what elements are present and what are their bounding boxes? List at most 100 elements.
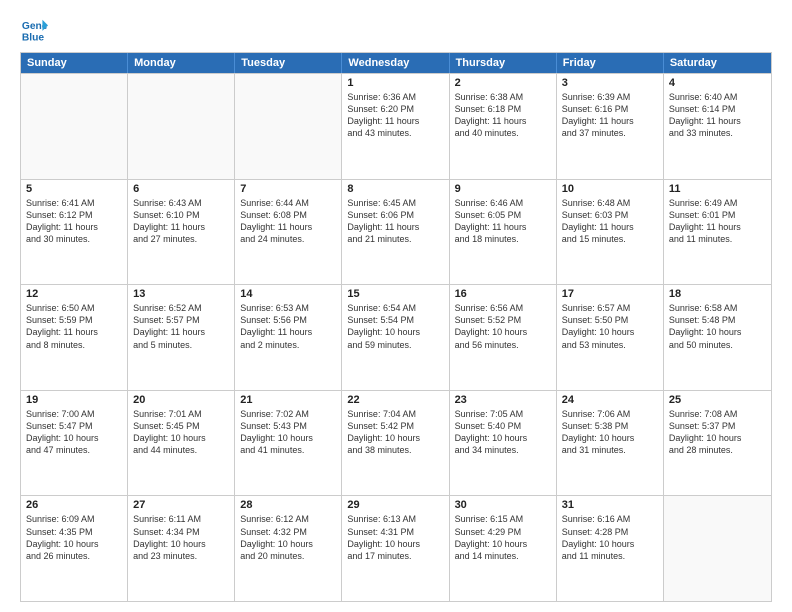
day-number: 19 bbox=[26, 394, 122, 406]
day-number: 25 bbox=[669, 394, 766, 406]
day-cell-19: 19Sunrise: 7:00 AM Sunset: 5:47 PM Dayli… bbox=[21, 391, 128, 496]
day-cell-30: 30Sunrise: 6:15 AM Sunset: 4:29 PM Dayli… bbox=[450, 496, 557, 601]
calendar-row-3: 19Sunrise: 7:00 AM Sunset: 5:47 PM Dayli… bbox=[21, 390, 771, 496]
day-info: Sunrise: 6:45 AM Sunset: 6:06 PM Dayligh… bbox=[347, 197, 443, 246]
day-info: Sunrise: 6:50 AM Sunset: 5:59 PM Dayligh… bbox=[26, 302, 122, 351]
page-header: General Blue bbox=[20, 16, 772, 44]
day-cell-23: 23 Sunrise: 7:05 AM Sunset: 5:40 PM Dayli… bbox=[450, 391, 557, 496]
day-number: 29 bbox=[347, 499, 443, 511]
day-info: Sunrise: 6:54 AM Sunset: 5:54 PM Dayligh… bbox=[347, 302, 443, 351]
day-info: Sunrise: 6:58 AM Sunset: 5:48 PM Dayligh… bbox=[669, 302, 766, 351]
day-number: 1 bbox=[347, 77, 443, 89]
day-number: 24 bbox=[562, 394, 658, 406]
day-info: Sunrise: 6:40 AM Sunset: 6:14 PM Dayligh… bbox=[669, 91, 766, 140]
day-number: 5 bbox=[26, 183, 122, 195]
day-number: 10 bbox=[562, 183, 658, 195]
day-info: Sunrise: 6:56 AM Sunset: 5:52 PM Dayligh… bbox=[455, 302, 551, 351]
day-info: Sunrise: 6:41 AM Sunset: 6:12 PM Dayligh… bbox=[26, 197, 122, 246]
day-cell-7: 7 Sunrise: 6:44 AM Sunset: 6:08 PM Daylig… bbox=[235, 180, 342, 285]
day-cell-22: 22 Sunrise: 7:04 AM Sunset: 5:42 PM Dayli… bbox=[342, 391, 449, 496]
day-info: Sunrise: 7:01 AM Sunset: 5:45 PM Dayligh… bbox=[133, 408, 229, 457]
day-number: 16 bbox=[455, 288, 551, 300]
day-cell-29: 29 Sunrise: 6:13 AM Sunset: 4:31 PM Dayli… bbox=[342, 496, 449, 601]
day-info: Sunrise: 6:46 AM Sunset: 6:05 PM Dayligh… bbox=[455, 197, 551, 246]
day-cell-24: 24 Sunrise: 7:06 AM Sunset: 5:38 PM Dayli… bbox=[557, 391, 664, 496]
day-cell-15: 15 Sunrise: 6:54 AM Sunset: 5:54 PM Dayli… bbox=[342, 285, 449, 390]
day-number: 12 bbox=[26, 288, 122, 300]
day-cell-4: 4 Sunrise: 6:40 AM Sunset: 6:14 PM Daylig… bbox=[664, 74, 771, 179]
day-info: Sunrise: 6:11 AM Sunset: 4:34 PM Dayligh… bbox=[133, 513, 229, 562]
day-info: Sunrise: 7:05 AM Sunset: 5:40 PM Dayligh… bbox=[455, 408, 551, 457]
day-cell-8: 8 Sunrise: 6:45 AM Sunset: 6:06 PM Daylig… bbox=[342, 180, 449, 285]
day-info: Sunrise: 6:43 AM Sunset: 6:10 PM Dayligh… bbox=[133, 197, 229, 246]
day-number: 13 bbox=[133, 288, 229, 300]
weekday-header-friday: Friday bbox=[557, 53, 664, 73]
day-number: 17 bbox=[562, 288, 658, 300]
day-info: Sunrise: 6:44 AM Sunset: 6:08 PM Dayligh… bbox=[240, 197, 336, 246]
day-info: Sunrise: 6:16 AM Sunset: 4:28 PM Dayligh… bbox=[562, 513, 658, 562]
day-number: 31 bbox=[562, 499, 658, 511]
logo: General Blue bbox=[20, 16, 52, 44]
day-number: 4 bbox=[669, 77, 766, 89]
day-number: 30 bbox=[455, 499, 551, 511]
day-info: Sunrise: 7:08 AM Sunset: 5:37 PM Dayligh… bbox=[669, 408, 766, 457]
svg-text:Blue: Blue bbox=[22, 32, 45, 43]
day-info: Sunrise: 6:09 AM Sunset: 4:35 PM Dayligh… bbox=[26, 513, 122, 562]
day-info: Sunrise: 6:52 AM Sunset: 5:57 PM Dayligh… bbox=[133, 302, 229, 351]
weekday-header-saturday: Saturday bbox=[664, 53, 771, 73]
day-cell-6: 6 Sunrise: 6:43 AM Sunset: 6:10 PM Daylig… bbox=[128, 180, 235, 285]
day-cell-14: 14 Sunrise: 6:53 AM Sunset: 5:56 PM Dayli… bbox=[235, 285, 342, 390]
day-info: Sunrise: 6:13 AM Sunset: 4:31 PM Dayligh… bbox=[347, 513, 443, 562]
day-info: Sunrise: 7:04 AM Sunset: 5:42 PM Dayligh… bbox=[347, 408, 443, 457]
empty-cell-0-1 bbox=[128, 74, 235, 179]
day-cell-10: 10Sunrise: 6:48 AM Sunset: 6:03 PM Dayli… bbox=[557, 180, 664, 285]
weekday-header-monday: Monday bbox=[128, 53, 235, 73]
day-info: Sunrise: 6:38 AM Sunset: 6:18 PM Dayligh… bbox=[455, 91, 551, 140]
day-info: Sunrise: 6:36 AM Sunset: 6:20 PM Dayligh… bbox=[347, 91, 443, 140]
day-number: 23 bbox=[455, 394, 551, 406]
weekday-header-wednesday: Wednesday bbox=[342, 53, 449, 73]
day-info: Sunrise: 7:02 AM Sunset: 5:43 PM Dayligh… bbox=[240, 408, 336, 457]
day-cell-13: 13 Sunrise: 6:52 AM Sunset: 5:57 PM Dayli… bbox=[128, 285, 235, 390]
day-number: 15 bbox=[347, 288, 443, 300]
day-number: 3 bbox=[562, 77, 658, 89]
day-cell-17: 17 Sunrise: 6:57 AM Sunset: 5:50 PM Dayli… bbox=[557, 285, 664, 390]
day-number: 18 bbox=[669, 288, 766, 300]
day-cell-2: 2 Sunrise: 6:38 AM Sunset: 6:18 PM Daylig… bbox=[450, 74, 557, 179]
day-cell-9: 9 Sunrise: 6:46 AM Sunset: 6:05 PM Daylig… bbox=[450, 180, 557, 285]
day-cell-26: 26 Sunrise: 6:09 AM Sunset: 4:35 PM Dayli… bbox=[21, 496, 128, 601]
logo-icon: General Blue bbox=[20, 16, 48, 44]
calendar-row-4: 26 Sunrise: 6:09 AM Sunset: 4:35 PM Dayli… bbox=[21, 495, 771, 601]
day-number: 11 bbox=[669, 183, 766, 195]
empty-cell-4-6 bbox=[664, 496, 771, 601]
calendar-row-0: 1 Sunrise: 6:36 AM Sunset: 6:20 PM Daylig… bbox=[21, 73, 771, 179]
day-cell-27: 27Sunrise: 6:11 AM Sunset: 4:34 PM Dayli… bbox=[128, 496, 235, 601]
day-number: 28 bbox=[240, 499, 336, 511]
day-number: 8 bbox=[347, 183, 443, 195]
calendar-row-2: 12 Sunrise: 6:50 AM Sunset: 5:59 PM Dayli… bbox=[21, 284, 771, 390]
day-number: 26 bbox=[26, 499, 122, 511]
day-info: Sunrise: 6:53 AM Sunset: 5:56 PM Dayligh… bbox=[240, 302, 336, 351]
day-cell-12: 12 Sunrise: 6:50 AM Sunset: 5:59 PM Dayli… bbox=[21, 285, 128, 390]
calendar: SundayMondayTuesdayWednesdayThursdayFrid… bbox=[20, 52, 772, 602]
day-cell-5: 5 Sunrise: 6:41 AM Sunset: 6:12 PM Daylig… bbox=[21, 180, 128, 285]
day-number: 21 bbox=[240, 394, 336, 406]
calendar-body: 1 Sunrise: 6:36 AM Sunset: 6:20 PM Daylig… bbox=[21, 73, 771, 601]
day-info: Sunrise: 6:57 AM Sunset: 5:50 PM Dayligh… bbox=[562, 302, 658, 351]
day-number: 9 bbox=[455, 183, 551, 195]
day-number: 6 bbox=[133, 183, 229, 195]
weekday-header-sunday: Sunday bbox=[21, 53, 128, 73]
day-number: 14 bbox=[240, 288, 336, 300]
empty-cell-0-0 bbox=[21, 74, 128, 179]
day-number: 7 bbox=[240, 183, 336, 195]
weekday-header-thursday: Thursday bbox=[450, 53, 557, 73]
day-cell-16: 16 Sunrise: 6:56 AM Sunset: 5:52 PM Dayli… bbox=[450, 285, 557, 390]
day-number: 2 bbox=[455, 77, 551, 89]
day-info: Sunrise: 6:12 AM Sunset: 4:32 PM Dayligh… bbox=[240, 513, 336, 562]
day-cell-20: 20Sunrise: 7:01 AM Sunset: 5:45 PM Dayli… bbox=[128, 391, 235, 496]
day-cell-31: 31 Sunrise: 6:16 AM Sunset: 4:28 PM Dayli… bbox=[557, 496, 664, 601]
day-info: Sunrise: 7:06 AM Sunset: 5:38 PM Dayligh… bbox=[562, 408, 658, 457]
day-cell-11: 11Sunrise: 6:49 AM Sunset: 6:01 PM Dayli… bbox=[664, 180, 771, 285]
day-number: 22 bbox=[347, 394, 443, 406]
day-cell-3: 3Sunrise: 6:39 AM Sunset: 6:16 PM Daylig… bbox=[557, 74, 664, 179]
